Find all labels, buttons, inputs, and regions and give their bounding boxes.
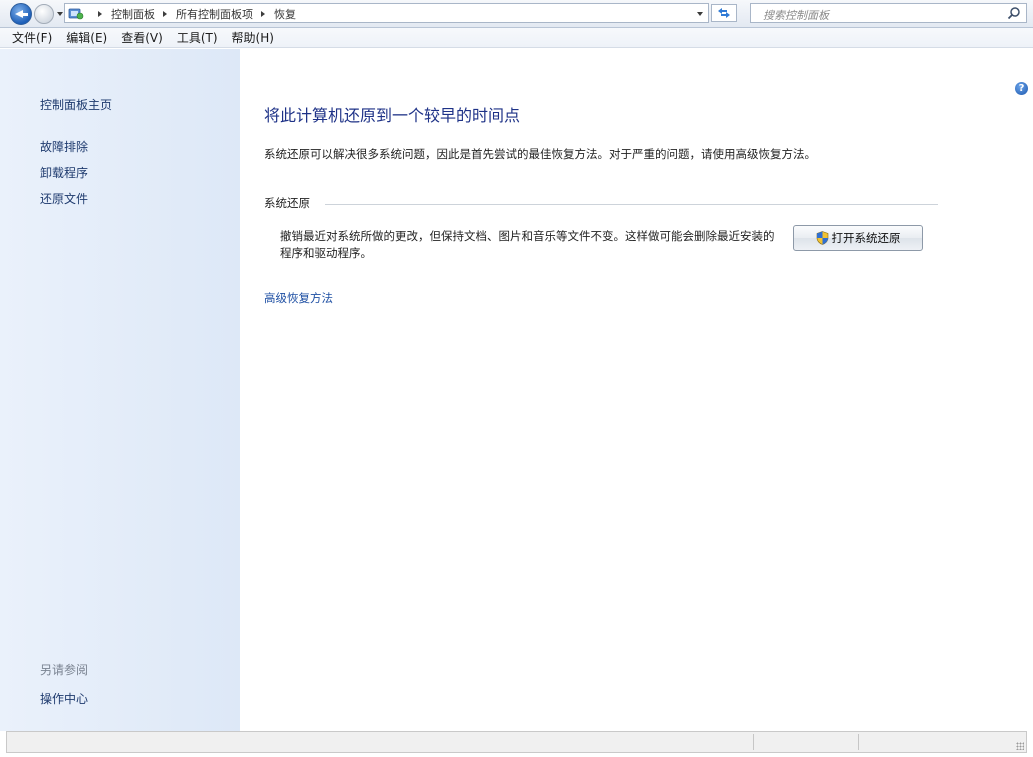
breadcrumb-separator-icon[interactable]: [163, 11, 167, 17]
breadcrumb-item-control-panel[interactable]: 控制面板: [111, 6, 155, 22]
see-also-heading: 另请参阅: [40, 663, 89, 677]
status-bar: [6, 731, 1027, 753]
page-title: 将此计算机还原到一个较早的时间点: [264, 106, 521, 125]
status-separator: [858, 734, 859, 750]
search-placeholder: 搜索控制面板: [763, 9, 829, 22]
refresh-icon: [718, 8, 730, 18]
breadcrumb-separator-icon[interactable]: [98, 11, 102, 17]
help-icon[interactable]: ?: [1015, 82, 1028, 95]
menu-tools[interactable]: 工具(T): [177, 29, 218, 46]
system-restore-section-title: 系统还原: [264, 196, 310, 210]
control-panel-home-link[interactable]: 控制面板主页: [40, 96, 112, 113]
open-system-restore-button[interactable]: 打开系统还原: [793, 225, 923, 251]
left-nav-pane: 控制面板主页 故障排除 卸载程序 还原文件 另请参阅 操作中心: [0, 49, 240, 731]
status-separator: [753, 734, 754, 750]
menu-file[interactable]: 文件(F): [12, 29, 52, 46]
section-divider: [325, 204, 938, 205]
page-description: 系统还原可以解决很多系统问题，因此是首先尝试的最佳恢复方法。对于严重的问题，请使…: [264, 147, 816, 161]
restore-files-link[interactable]: 还原文件: [40, 190, 88, 207]
breadcrumb-separator-icon[interactable]: [261, 11, 265, 17]
refresh-button[interactable]: [711, 4, 737, 22]
forward-arrow-icon[interactable]: [34, 4, 54, 24]
menu-view[interactable]: 查看(V): [121, 29, 163, 46]
back-arrow-icon[interactable]: [10, 3, 32, 25]
advanced-recovery-link[interactable]: 高级恢复方法: [264, 290, 333, 306]
address-chevron-down-icon[interactable]: [697, 12, 703, 16]
recent-pages-chevron-down-icon[interactable]: [57, 12, 63, 16]
menu-bar: 文件(F) 编辑(E) 查看(V) 工具(T) 帮助(H): [0, 28, 1033, 48]
control-panel-icon: [68, 8, 84, 20]
menu-edit[interactable]: 编辑(E): [66, 29, 107, 46]
uninstall-program-link[interactable]: 卸载程序: [40, 164, 88, 181]
open-system-restore-label: 打开系统还原: [831, 231, 901, 245]
breadcrumb-item-recovery[interactable]: 恢复: [274, 6, 296, 22]
menu-help[interactable]: 帮助(H): [232, 29, 274, 46]
search-icon[interactable]: [1007, 6, 1021, 20]
search-input[interactable]: 搜索控制面板: [750, 3, 1027, 23]
troubleshoot-link[interactable]: 故障排除: [40, 138, 88, 155]
uac-shield-icon: [816, 231, 828, 245]
action-center-link[interactable]: 操作中心: [40, 690, 88, 707]
breadcrumb-item-all-items[interactable]: 所有控制面板项: [176, 6, 253, 22]
breadcrumb: 控制面板 所有控制面板项 恢复: [90, 6, 296, 22]
system-restore-description: 撤销最近对系统所做的更改，但保持文档、图片和音乐等文件不变。这样做可能会删除最近…: [280, 229, 775, 260]
address-bar: 控制面板 所有控制面板项 恢复 搜索控制面板: [0, 0, 1033, 28]
resize-grip-icon[interactable]: [1016, 742, 1024, 750]
